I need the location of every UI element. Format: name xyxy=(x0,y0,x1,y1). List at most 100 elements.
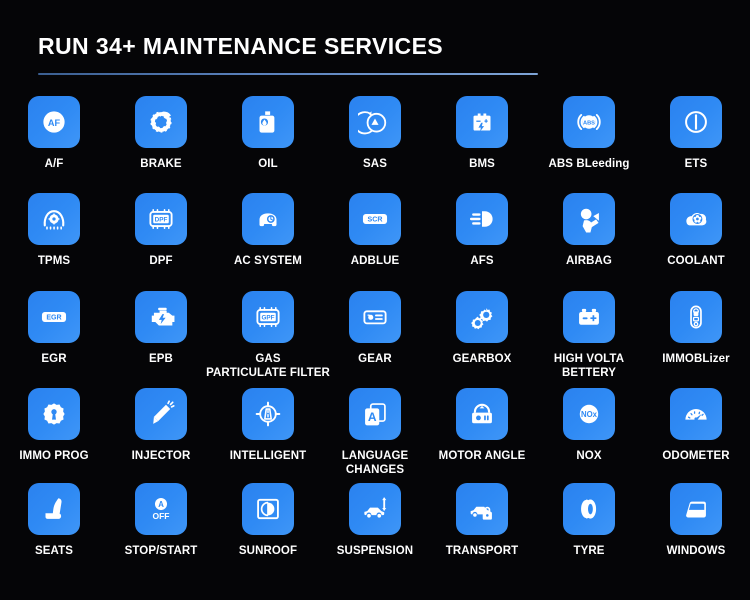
service-label: SAS xyxy=(363,158,387,170)
service-label: GEAR xyxy=(358,353,392,365)
svg-text:DPF: DPF xyxy=(155,217,168,224)
service-item-immoblizer[interactable]: IMMOBLizer xyxy=(643,291,750,388)
service-item-airbag[interactable]: AIRBAG xyxy=(536,193,643,291)
service-label: AIRBAG xyxy=(566,255,612,267)
service-label: NOX xyxy=(576,450,602,462)
ets-icon[interactable] xyxy=(670,96,722,148)
svg-text:OFF: OFF xyxy=(153,511,170,521)
service-item-abs-bleeding[interactable]: ABS ABS BLeeding xyxy=(536,96,643,193)
battery-icon[interactable] xyxy=(456,96,508,148)
service-item-epb[interactable]: EPB xyxy=(108,291,215,388)
ac-system-icon[interactable] xyxy=(242,193,294,245)
service-item-tpms[interactable]: TPMS xyxy=(1,193,108,291)
service-item-gearbox[interactable]: GEARBOX xyxy=(429,291,536,388)
sunroof-icon[interactable] xyxy=(242,483,294,535)
airbag-icon[interactable] xyxy=(563,193,615,245)
window-icon[interactable] xyxy=(670,483,722,535)
service-item-motor-angle[interactable]: MOTOR ANGLE xyxy=(429,388,536,483)
service-label: IMMO PROG xyxy=(19,450,89,462)
service-item-bms[interactable]: BMS xyxy=(429,96,536,193)
title-underline-rule xyxy=(38,73,538,76)
odometer-icon[interactable] xyxy=(670,388,722,440)
service-label: DPF xyxy=(149,255,173,267)
injector-icon[interactable] xyxy=(135,388,187,440)
gear-module-icon[interactable] xyxy=(349,291,401,343)
motor-angle-icon[interactable] xyxy=(456,388,508,440)
suspension-icon[interactable] xyxy=(349,483,401,535)
tyre-pressure-icon[interactable] xyxy=(28,193,80,245)
svg-text:AF: AF xyxy=(48,118,61,128)
service-item-intelligent[interactable]: INTELLIGENT xyxy=(215,388,322,483)
service-label: INJECTOR xyxy=(131,450,191,462)
service-item-windows[interactable]: WINDOWS xyxy=(643,483,750,578)
svg-text:A: A xyxy=(368,410,377,424)
service-label: IMMOBLizer xyxy=(662,353,730,365)
service-item-dpf[interactable]: DPF DPF xyxy=(108,193,215,291)
service-item-sunroof[interactable]: SUNROOF xyxy=(215,483,322,578)
service-item-nox[interactable]: NOx NOX xyxy=(536,388,643,483)
service-label: OIL xyxy=(258,158,278,170)
egr-icon[interactable]: EGR xyxy=(28,291,80,343)
service-item-sas[interactable]: SAS xyxy=(322,96,429,193)
oil-can-icon[interactable] xyxy=(242,96,294,148)
service-label: ETS xyxy=(684,158,708,170)
service-item-transport[interactable]: TRANSPORT xyxy=(429,483,536,578)
service-item-injector[interactable]: INJECTOR xyxy=(108,388,215,483)
svg-text:A: A xyxy=(158,500,164,509)
key-fob-icon[interactable] xyxy=(670,291,722,343)
svg-text:ABS: ABS xyxy=(583,120,595,126)
service-item-gear[interactable]: GEAR xyxy=(322,291,429,388)
immo-prog-icon[interactable] xyxy=(28,388,80,440)
service-label: TRANSPORT xyxy=(445,545,519,557)
crosshair-road-icon[interactable] xyxy=(242,388,294,440)
service-item-tyre[interactable]: TYRE xyxy=(536,483,643,578)
service-list-page: RUN 34+ MAINTENANCE SERVICES AF A/F BRAKE O… xyxy=(0,0,750,600)
service-item-ac-system[interactable]: AC SYSTEM xyxy=(215,193,322,291)
service-item-ets[interactable]: ETS xyxy=(643,96,750,193)
gears-icon[interactable] xyxy=(456,291,508,343)
service-label: AC SYSTEM xyxy=(234,255,302,267)
service-label: A/F xyxy=(44,158,64,170)
auto-stop-icon[interactable]: A OFF xyxy=(135,483,187,535)
service-label: SEATS xyxy=(35,545,73,557)
steering-angle-icon[interactable] xyxy=(349,96,401,148)
service-item-adblue[interactable]: SCR ADBLUE xyxy=(322,193,429,291)
engine-icon[interactable] xyxy=(135,291,187,343)
service-item-seats[interactable]: SEATS xyxy=(1,483,108,578)
service-label: EGR xyxy=(41,353,67,365)
service-label: COOLANT xyxy=(667,255,725,267)
service-item-stop-start[interactable]: A OFF STOP/START xyxy=(108,483,215,578)
service-item-afs[interactable]: AFS xyxy=(429,193,536,291)
service-label: ODOMETER xyxy=(662,450,730,462)
service-label: WINDOWS xyxy=(666,545,726,557)
service-label: BRAKE xyxy=(140,158,182,170)
service-item-egr[interactable]: EGR EGR xyxy=(1,291,108,388)
scr-icon[interactable]: SCR xyxy=(349,193,401,245)
transport-lock-icon[interactable] xyxy=(456,483,508,535)
service-item-immo-prog[interactable]: IMMO PROG xyxy=(1,388,108,483)
service-item-oil[interactable]: OIL xyxy=(215,96,322,193)
service-item-a-f[interactable]: AF A/F xyxy=(1,96,108,193)
tyre-icon[interactable] xyxy=(563,483,615,535)
coolant-fan-icon[interactable] xyxy=(670,193,722,245)
service-item-high-volta-bettery[interactable]: HIGH VOLTA BETTERY xyxy=(536,291,643,388)
service-label: SUNROOF xyxy=(238,545,298,557)
service-item-coolant[interactable]: COOLANT xyxy=(643,193,750,291)
car-seat-icon[interactable] xyxy=(28,483,80,535)
service-item-brake[interactable]: BRAKE xyxy=(108,96,215,193)
service-item-gas-particulate-filter[interactable]: GPF GAS PARTICULATE FILTER xyxy=(206,291,330,388)
language-card-icon[interactable]: A xyxy=(349,388,401,440)
page-title: RUN 34+ MAINTENANCE SERVICES xyxy=(38,33,444,59)
service-item-language-changes[interactable]: A LANGUAGE CHANGES xyxy=(322,388,429,483)
gpf-icon[interactable]: GPF xyxy=(242,291,294,343)
af-badge-icon[interactable]: AF xyxy=(28,96,80,148)
service-item-suspension[interactable]: SUSPENSION xyxy=(322,483,429,578)
page-header: RUN 34+ MAINTENANCE SERVICES xyxy=(38,33,538,76)
dpf-icon[interactable]: DPF xyxy=(135,193,187,245)
hv-battery-icon[interactable] xyxy=(563,291,615,343)
headlight-icon[interactable] xyxy=(456,193,508,245)
abs-icon[interactable]: ABS xyxy=(563,96,615,148)
service-item-odometer[interactable]: ODOMETER xyxy=(643,388,750,483)
nox-icon[interactable]: NOx xyxy=(563,388,615,440)
brake-disc-icon[interactable] xyxy=(135,96,187,148)
